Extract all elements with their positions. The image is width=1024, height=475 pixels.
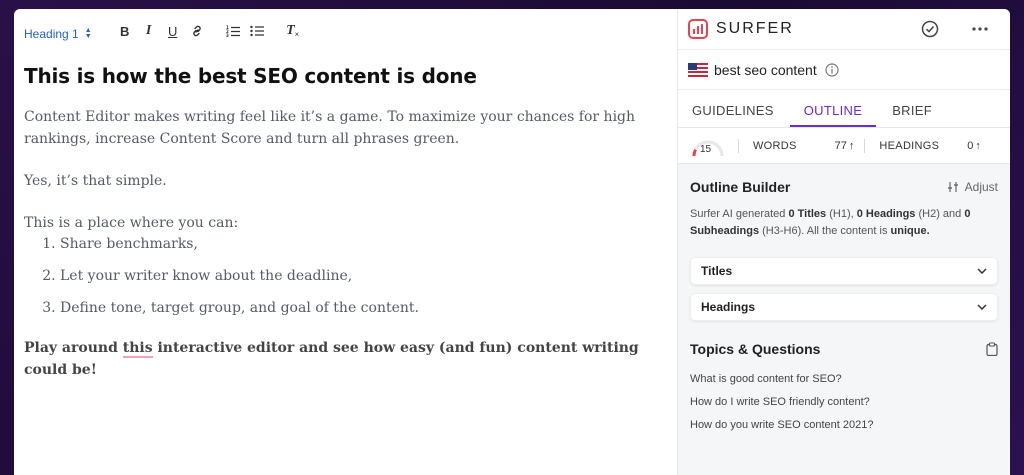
keyword-row: best seo content bbox=[678, 50, 1010, 90]
heading-select-label: Heading 1 bbox=[24, 27, 79, 41]
tab-outline[interactable]: OUTLINE bbox=[789, 103, 877, 127]
content-score-gauge: 15 bbox=[688, 132, 728, 160]
surfer-sidebar: SURFER best seo content GUIDELINES OUTLI… bbox=[677, 9, 1010, 475]
bold-icon[interactable]: B bbox=[114, 20, 136, 42]
sidebar-header: SURFER bbox=[678, 9, 1010, 50]
highlighted-word[interactable]: this bbox=[122, 340, 153, 358]
outline-builder-header: Outline Builder Adjust bbox=[678, 164, 1010, 195]
tab-brief[interactable]: BRIEF bbox=[890, 103, 934, 127]
paragraph-list-intro[interactable]: This is a place where you can: bbox=[24, 212, 667, 234]
list-item[interactable]: Let your writer know about the deadline, bbox=[60, 266, 667, 287]
adjust-label: Adjust bbox=[964, 180, 998, 194]
document-title[interactable]: This is how the best SEO content is done bbox=[24, 64, 667, 88]
paragraph-simple[interactable]: Yes, it’s that simple. bbox=[24, 170, 667, 192]
outline-summary: Surfer AI generated 0 Titles (H1), 0 Hea… bbox=[678, 195, 1010, 240]
us-flag-icon bbox=[688, 62, 708, 77]
editor-toolbar: Heading 1 ▲ ▼ B I U 123 T × bbox=[14, 9, 677, 53]
list-item[interactable]: Share benchmarks, bbox=[60, 234, 667, 255]
chevron-down-icon bbox=[977, 268, 987, 274]
list-item[interactable]: How do you write SEO content 2021? bbox=[690, 419, 998, 442]
bullet-list-icon[interactable] bbox=[246, 20, 268, 42]
adjust-button[interactable]: Adjust bbox=[947, 180, 998, 194]
list-item[interactable]: How do I write SEO friendly content? bbox=[690, 396, 998, 419]
list-item[interactable]: What is good content for SEO? bbox=[690, 373, 998, 396]
questions-list: What is good content for SEO? How do I w… bbox=[678, 357, 1010, 442]
select-arrows-icon: ▲ ▼ bbox=[84, 27, 92, 40]
app-window: Heading 1 ▲ ▼ B I U 123 T × This is how th… bbox=[14, 9, 1010, 475]
topics-title: Topics & Questions bbox=[690, 341, 821, 357]
summary-text: (H1), bbox=[826, 208, 857, 220]
check-circle-icon[interactable] bbox=[920, 19, 940, 39]
headings-accordion-label: Headings bbox=[701, 300, 756, 314]
chevron-down-icon bbox=[977, 304, 987, 310]
summary-text: (H2) and bbox=[915, 208, 965, 220]
headings-value: 0 bbox=[967, 139, 974, 152]
content-editor: Heading 1 ▲ ▼ B I U 123 T × This is how th… bbox=[14, 9, 677, 475]
paragraph-cta[interactable]: Play around this interactive editor and … bbox=[24, 337, 667, 381]
summary-unique: unique. bbox=[890, 225, 930, 237]
titles-accordion[interactable]: Titles bbox=[690, 257, 998, 285]
sidebar-tabs: GUIDELINES OUTLINE BRIEF bbox=[678, 90, 1010, 128]
summary-headings: 0 Headings bbox=[856, 208, 916, 220]
titles-accordion-label: Titles bbox=[701, 264, 733, 278]
headings-accordion[interactable]: Headings bbox=[690, 293, 998, 321]
paragraph-intro[interactable]: Content Editor makes writing feel like i… bbox=[24, 106, 667, 150]
more-options-icon[interactable] bbox=[970, 19, 990, 39]
words-value: 77 bbox=[834, 139, 847, 152]
document-body[interactable]: This is how the best SEO content is done… bbox=[14, 53, 677, 381]
tab-guidelines[interactable]: GUIDELINES bbox=[690, 103, 776, 127]
arrow-up-icon: ↑ bbox=[975, 139, 981, 152]
headings-label: HEADINGS bbox=[879, 139, 940, 152]
numbered-list: Share benchmarks, Let your writer know a… bbox=[60, 234, 667, 319]
clipboard-icon[interactable] bbox=[986, 342, 998, 356]
arrow-up-icon: ↑ bbox=[848, 139, 855, 152]
surfer-logo: SURFER bbox=[688, 19, 794, 39]
brand-name: SURFER bbox=[716, 20, 794, 37]
summary-titles: 0 Titles bbox=[788, 208, 827, 220]
ordered-list-icon[interactable]: 123 bbox=[222, 20, 244, 42]
italic-icon[interactable]: I bbox=[138, 20, 160, 42]
outline-builder-title: Outline Builder bbox=[690, 179, 791, 195]
svg-text:3: 3 bbox=[226, 33, 229, 37]
keyword-label: best seo content bbox=[714, 61, 817, 78]
link-icon[interactable] bbox=[186, 20, 208, 42]
summary-text: Surfer AI generated bbox=[690, 208, 789, 220]
clear-format-icon[interactable]: T × bbox=[282, 20, 304, 42]
heading-select[interactable]: Heading 1 ▲ ▼ bbox=[24, 21, 92, 41]
underline-icon[interactable]: U bbox=[162, 20, 184, 42]
topics-header: Topics & Questions bbox=[678, 321, 1010, 357]
list-item[interactable]: Define tone, target group, and goal of t… bbox=[60, 298, 667, 319]
stats-bar: 15 WORDS 77 ↑ HEADINGS 0 ↑ bbox=[678, 128, 1010, 164]
content-score-value: 15 bbox=[700, 143, 712, 155]
summary-text: (H3-H6). All the content is bbox=[759, 225, 891, 237]
info-icon[interactable] bbox=[825, 62, 839, 77]
surfer-logo-icon bbox=[688, 19, 708, 39]
cta-text-prefix: Play around bbox=[24, 340, 123, 356]
sliders-icon bbox=[947, 182, 958, 192]
words-label: WORDS bbox=[753, 139, 797, 152]
